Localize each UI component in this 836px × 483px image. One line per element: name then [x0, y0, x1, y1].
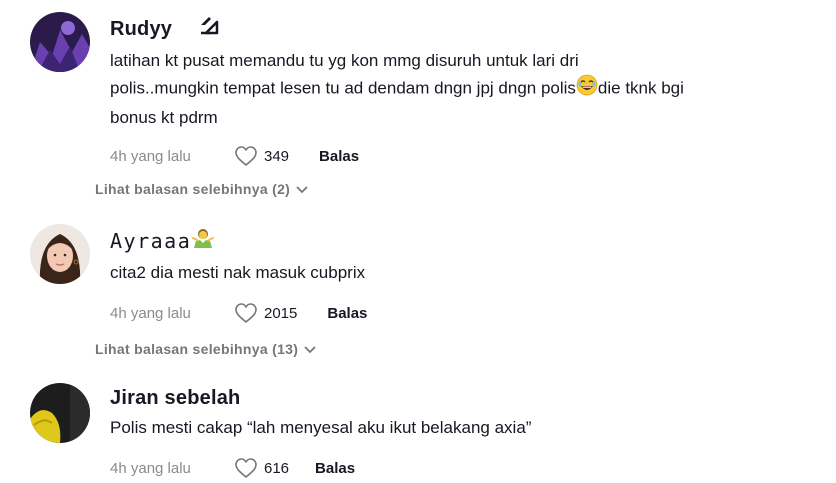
username-text[interactable]: Rudyy	[110, 16, 172, 42]
username-text[interactable]: Jiran sebelah	[110, 385, 240, 411]
like-button[interactable]: 2015	[234, 302, 297, 324]
view-more-label[interactable]: Lihat balasan selebihnya (13)	[95, 341, 298, 357]
like-button[interactable]: 616	[234, 457, 289, 479]
comment-text: Polis mesti cakap “lah menyesal aku ikut…	[110, 414, 796, 441]
chevron-down-icon[interactable]	[304, 341, 316, 357]
avatar[interactable]	[30, 12, 90, 72]
comment-text: cita2 dia mesti nak masuk cubprix	[110, 259, 796, 286]
view-more-label[interactable]: Lihat balasan selebihnya (2)	[95, 181, 290, 197]
reply-button[interactable]: Balas	[319, 148, 359, 165]
chevron-down-icon[interactable]	[296, 181, 308, 197]
comment-line: Polis mesti cakap “lah menyesal aku ikut…	[110, 418, 532, 437]
comment-line: die tknk bgi	[597, 78, 684, 98]
heart-outline-icon[interactable]	[234, 457, 258, 479]
username[interactable]: Jiran sebelah	[110, 385, 796, 411]
like-button[interactable]: 349	[234, 145, 289, 167]
shrug-emoji	[191, 226, 215, 256]
like-count: 616	[264, 459, 290, 477]
username-text[interactable]: Ayraaa	[110, 228, 191, 254]
comment-text: latihan kt pusat memandu tu yg kon mmg d…	[110, 47, 796, 131]
heart-outline-icon[interactable]	[234, 145, 258, 167]
like-count: 349	[264, 147, 290, 165]
reply-button[interactable]: Balas	[327, 305, 367, 322]
comment-line: polis..mungkin tempat lesen tu ad dendam…	[110, 78, 576, 98]
comment-meta: 4h yang lalu 616 Balas	[110, 457, 796, 479]
avatar[interactable]	[30, 224, 90, 284]
comment-line: bonus kt pdrm	[110, 108, 218, 127]
timestamp: 4h yang lalu	[110, 459, 191, 477]
comment-meta: 4h yang lalu 2015 Balas	[110, 302, 796, 324]
comment-line: cita2 dia mesti nak masuk cubprix	[110, 263, 366, 282]
comment-line: latihan kt pusat memandu tu yg kon mmg d…	[110, 51, 579, 70]
like-count: 2015	[264, 304, 298, 322]
laughing-emoji	[576, 74, 598, 104]
heart-outline-icon[interactable]	[234, 302, 258, 324]
reply-button[interactable]: Balas	[315, 460, 355, 477]
timestamp: 4h yang lalu	[110, 147, 191, 165]
badge-icon	[198, 14, 220, 43]
view-more-replies[interactable]: Lihat balasan selebihnya (2)	[95, 181, 308, 197]
avatar[interactable]	[30, 383, 90, 443]
comment-meta: 4h yang lalu 349 Balas	[110, 145, 796, 167]
username[interactable]: Ayraaa	[110, 226, 796, 256]
timestamp: 4h yang lalu	[110, 304, 191, 322]
view-more-replies[interactable]: Lihat balasan selebihnya (13)	[95, 341, 316, 357]
username[interactable]: Rudyy	[110, 14, 796, 43]
